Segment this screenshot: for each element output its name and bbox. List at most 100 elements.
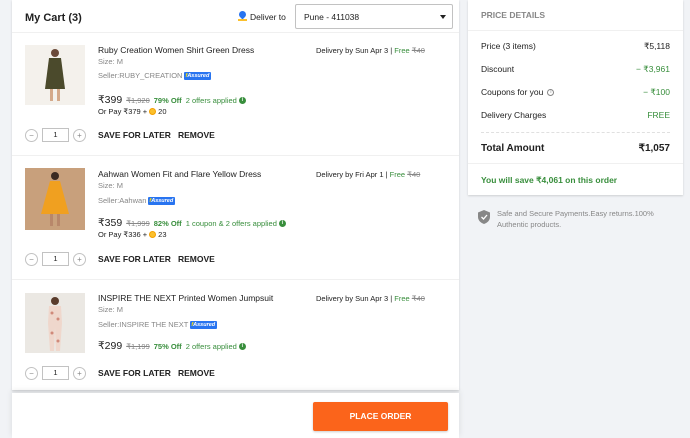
remove-button[interactable]: REMOVE (178, 368, 215, 378)
quantity-input[interactable]: 1 (42, 252, 69, 266)
seller: Seller:Aahwan fAssured (98, 196, 176, 205)
product-name[interactable]: Aahwan Women Fit and Flare Yellow Dress (98, 169, 261, 179)
save-for-later-button[interactable]: SAVE FOR LATER (98, 368, 171, 378)
save-for-later-button[interactable]: SAVE FOR LATER (98, 130, 171, 140)
product-name[interactable]: Ruby Creation Women Shirt Green Dress (98, 45, 254, 55)
delivery-date: Delivery by Sun Apr 3 (316, 294, 389, 303)
remove-button[interactable]: REMOVE (178, 130, 215, 140)
product-name[interactable]: INSPIRE THE NEXT Printed Women Jumpsuit (98, 293, 273, 303)
total-amount-row: Total Amount ₹1,057 (481, 132, 670, 154)
quantity-stepper: − 1 + (25, 252, 86, 266)
price: ₹399 (98, 94, 123, 106)
increase-qty-button[interactable]: + (73, 252, 86, 266)
quantity-input[interactable]: 1 (42, 366, 69, 380)
discount-percent: 75% Off (153, 342, 182, 351)
free-delivery: Free (394, 46, 410, 55)
cart-item: INSPIRE THE NEXT Printed Women Jumpsuit … (12, 280, 459, 390)
location-pin-icon (238, 11, 247, 22)
quantity-input[interactable]: 1 (42, 128, 69, 142)
shield-icon (478, 210, 490, 224)
assured-badge-label: Assured (187, 72, 210, 79)
safe-payments-text: Safe and Secure Payments.Easy returns.10… (497, 209, 654, 229)
or-pay-label: Or Pay ₹336 + (98, 230, 148, 239)
decrease-qty-button[interactable]: − (25, 128, 38, 142)
seller-name: Seller:RUBY_CREATION (98, 71, 183, 80)
old-delivery-charge: ₹40 (411, 294, 425, 303)
delivery-charges-row: Delivery Charges FREE (481, 110, 670, 120)
price-row: ₹399 ₹1,920 79% Off 2 offers applied i (98, 94, 246, 106)
price-details-title: PRICE DETAILS (468, 0, 683, 31)
info-icon[interactable]: i (238, 97, 246, 104)
offers-applied-label: 1 coupon & 2 offers applied (185, 219, 277, 228)
free-delivery: Free (389, 170, 406, 179)
coupons-row: Coupons for you i − ₹100 (481, 87, 670, 98)
coupons-value: − ₹100 (643, 87, 670, 97)
discount-percent: 82% Off (153, 219, 182, 228)
price-row-items: Price (3 items) ₹5,118 (481, 41, 670, 52)
product-image[interactable] (25, 168, 85, 230)
seller: Seller:RUBY_CREATION fAssured (98, 71, 212, 80)
price: ₹359 (98, 217, 123, 229)
offers-applied[interactable]: 2 offers applied i (186, 342, 246, 351)
price-value: ₹5,118 (643, 41, 670, 51)
price-label: Price (3 items) (481, 41, 536, 51)
price-row: ₹299 ₹1,199 75% Off 2 offers applied i (98, 340, 246, 352)
supercoin-icon (149, 231, 157, 238)
assured-badge: fAssured (184, 71, 212, 80)
mrp: ₹1,199 (126, 342, 150, 351)
assured-badge: fAssured (190, 320, 218, 329)
offers-applied-label: 2 offers applied (185, 342, 237, 351)
discount-value: − ₹3,961 (635, 64, 670, 74)
cart-footer: PLACE ORDER (12, 393, 459, 438)
mrp: ₹1,999 (126, 219, 150, 228)
save-for-later-button[interactable]: SAVE FOR LATER (98, 254, 171, 264)
assured-badge-label: Assured (193, 321, 216, 328)
coin-count: 20 (158, 107, 167, 116)
info-icon[interactable]: i (238, 343, 246, 350)
old-delivery-charge: ₹40 (407, 170, 421, 179)
pincode-select[interactable]: Pune - 411038 (295, 4, 453, 29)
info-icon[interactable]: i (547, 89, 555, 97)
offers-applied-label: 2 offers applied (185, 96, 237, 105)
discount-label: Discount (481, 64, 515, 74)
product-size: Size: M (98, 181, 124, 190)
product-image[interactable] (25, 45, 85, 105)
delivery-info: Delivery by Sun Apr 3 | Free ₹40 (316, 294, 425, 303)
discount-percent: 79% Off (153, 96, 182, 105)
delivery-date: Delivery by Sun Apr 3 (316, 46, 389, 55)
delivery-charges-value: FREE (647, 110, 670, 120)
delivery-info: Delivery by Fri Apr 1 | Free ₹40 (316, 170, 420, 179)
increase-qty-button[interactable]: + (73, 128, 86, 142)
total-amount-value: ₹1,057 (638, 143, 670, 154)
seller-name: Seller:INSPIRE THE NEXT (98, 320, 189, 329)
seller: Seller:INSPIRE THE NEXT fAssured (98, 320, 218, 329)
chevron-down-icon (440, 15, 446, 19)
place-order-button[interactable]: PLACE ORDER (313, 402, 448, 431)
increase-qty-button[interactable]: + (73, 366, 86, 380)
price-row: ₹359 ₹1,999 82% Off 1 coupon & 2 offers … (98, 217, 286, 229)
offers-applied[interactable]: 1 coupon & 2 offers applied i (186, 219, 286, 228)
price: ₹299 (98, 340, 123, 352)
deliver-to-label: Deliver to (250, 11, 286, 22)
quantity-stepper: − 1 + (25, 128, 86, 142)
offers-applied[interactable]: 2 offers applied i (186, 96, 246, 105)
or-pay: Or Pay ₹336 + 23 (98, 230, 167, 239)
mrp: ₹1,920 (126, 96, 150, 105)
remove-button[interactable]: REMOVE (178, 254, 215, 264)
decrease-qty-button[interactable]: − (25, 252, 38, 266)
discount-row: Discount − ₹3,961 (481, 64, 670, 75)
cart-title: My Cart (3) (25, 12, 82, 24)
cart-item: Aahwan Women Fit and Flare Yellow Dress … (12, 156, 459, 280)
savings-text: You will save ₹4,061 on this order (468, 163, 683, 186)
coupons-label: Coupons for you (481, 87, 544, 97)
coin-count: 23 (158, 230, 167, 239)
quantity-stepper: − 1 + (25, 366, 86, 380)
pincode-value: Pune - 411038 (304, 12, 360, 22)
info-icon[interactable]: i (278, 220, 286, 227)
cart-panel: My Cart (3) Deliver to Pune - 411038 Rub… (12, 0, 459, 390)
product-image[interactable] (25, 293, 85, 353)
decrease-qty-button[interactable]: − (25, 366, 38, 380)
assured-badge-label: Assured (151, 197, 174, 204)
supercoin-icon (149, 108, 157, 115)
cart-item: Ruby Creation Women Shirt Green Dress Si… (12, 33, 459, 156)
